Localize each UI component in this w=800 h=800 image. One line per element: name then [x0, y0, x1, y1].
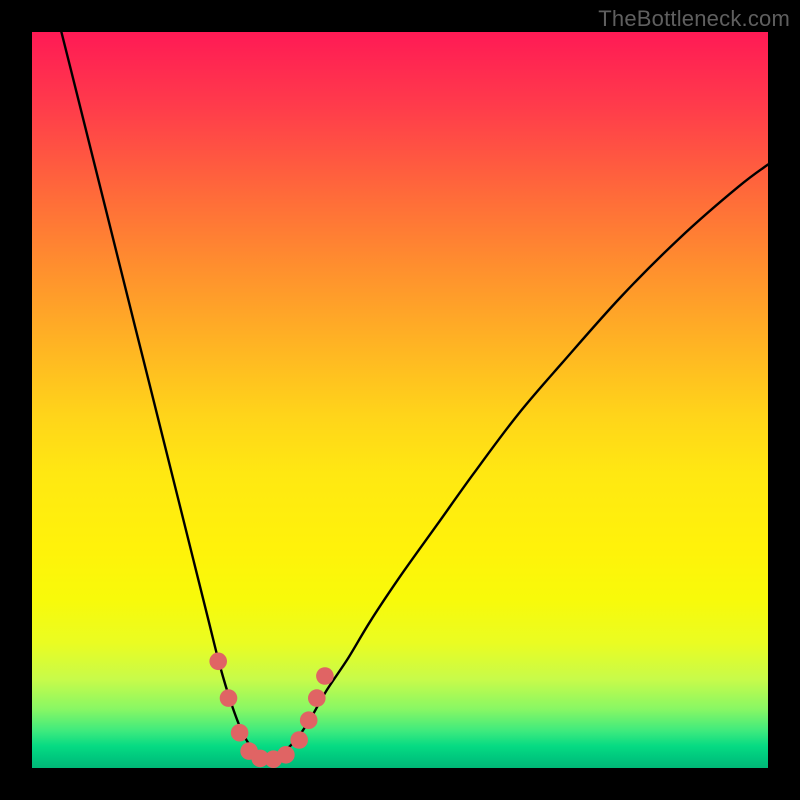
chart-frame: TheBottleneck.com — [0, 0, 800, 800]
curve-marker — [209, 653, 227, 671]
curve-marker — [231, 724, 249, 742]
curve-marker — [316, 667, 334, 685]
watermark-text: TheBottleneck.com — [598, 6, 790, 32]
curve-marker — [308, 689, 326, 707]
plot-area — [32, 32, 768, 768]
curve-marker — [277, 746, 295, 764]
bottleneck-curve — [61, 32, 768, 761]
curve-layer — [32, 32, 768, 768]
curve-marker — [220, 689, 238, 707]
curve-marker — [290, 731, 308, 749]
curve-marker — [300, 711, 318, 729]
